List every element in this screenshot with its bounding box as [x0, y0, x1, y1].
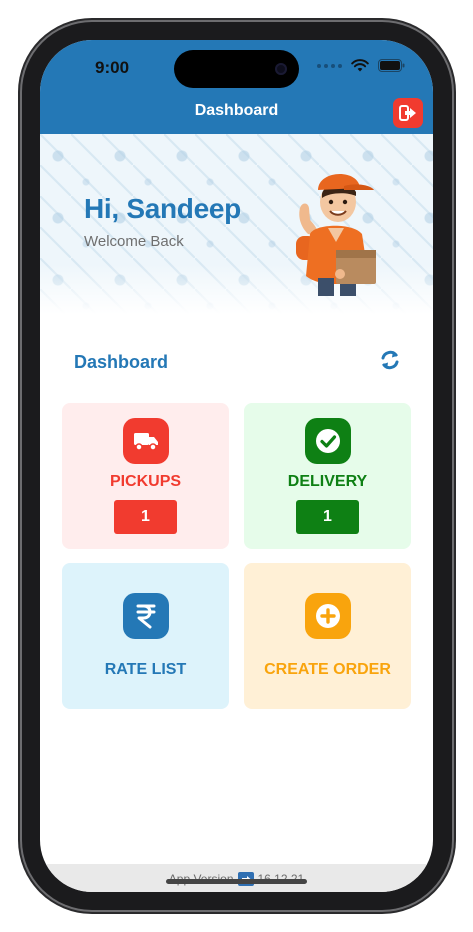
- pickups-count: 1: [114, 500, 177, 534]
- pickups-icon-badge: [123, 418, 169, 464]
- create-order-label: CREATE ORDER: [264, 661, 391, 678]
- rate-list-label: RATE LIST: [104, 661, 187, 678]
- create-order-tile[interactable]: CREATE ORDER: [244, 563, 411, 709]
- dynamic-island: [174, 50, 299, 88]
- page-title: Dashboard: [194, 102, 279, 119]
- welcome-text: Welcome Back: [84, 233, 184, 250]
- check-circle-icon: [316, 429, 340, 453]
- camera-icon: [275, 63, 287, 75]
- logout-button[interactable]: [393, 98, 423, 128]
- home-indicator: [166, 879, 307, 884]
- refresh-button[interactable]: [377, 347, 403, 373]
- rupee-icon: [136, 604, 156, 629]
- hero-banner: Hi, Sandeep Welcome Back: [40, 134, 433, 314]
- delivery-label: DELIVERY: [287, 473, 368, 490]
- pickups-label: PICKUPS: [109, 473, 182, 490]
- create-order-icon-badge: [305, 593, 351, 639]
- section-title: Dashboard: [74, 352, 169, 372]
- rate-list-icon-badge: [123, 593, 169, 639]
- rate-list-tile[interactable]: RATE LIST: [62, 563, 229, 709]
- app-header: 9:00 Dashboard: [40, 40, 433, 134]
- app-footer: App Version 16.12.21: [40, 864, 433, 892]
- truck-icon: [134, 433, 158, 451]
- wifi-icon: [351, 59, 369, 72]
- greeting-text: Hi, Sandeep: [84, 193, 241, 224]
- battery-icon: [378, 59, 405, 72]
- refresh-icon: [381, 350, 399, 370]
- pickups-tile[interactable]: PICKUPS 1: [62, 403, 229, 549]
- app-screen: 9:00 Dashboard Hi, Sandeep Welcome Back …: [40, 40, 433, 892]
- delivery-count: 1: [296, 500, 359, 534]
- plus-circle-icon: [316, 604, 340, 628]
- delivery-person-illustration: [296, 173, 376, 296]
- delivery-tile[interactable]: DELIVERY 1: [244, 403, 411, 549]
- signal-icon: [317, 63, 342, 68]
- status-time: 9:00: [95, 58, 130, 77]
- delivery-icon-badge: [305, 418, 351, 464]
- status-icons: [317, 59, 405, 72]
- logout-icon: [399, 105, 416, 121]
